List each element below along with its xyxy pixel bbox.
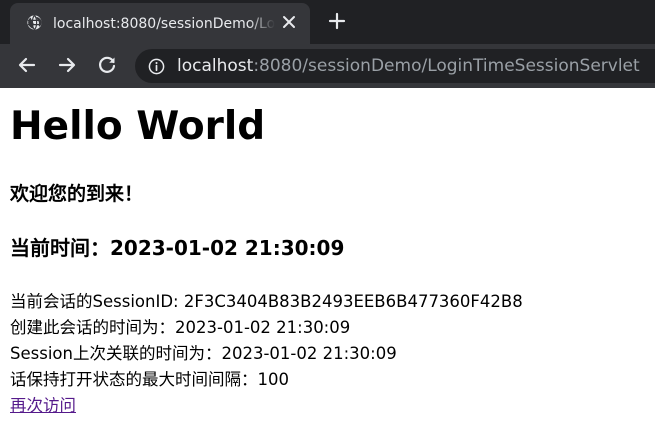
browser-toolbar: localhost:8080/sessionDemo/LoginTimeSess… bbox=[0, 44, 655, 88]
arrow-right-icon[interactable] bbox=[56, 54, 78, 76]
url-path: :8080/sessionDemo/LoginTimeSessionServle… bbox=[253, 56, 640, 76]
current-time-heading: 当前时间：2023-01-02 21:30:09 bbox=[10, 236, 345, 260]
welcome-heading: 欢迎您的到来！ bbox=[10, 183, 144, 205]
reload-icon[interactable] bbox=[96, 54, 118, 76]
page-heading: Hello World bbox=[10, 104, 266, 149]
revisit-link[interactable]: 再次访问 bbox=[10, 393, 76, 419]
creation-time-line: 创建此会话的时间为：2023-01-02 21:30:09 bbox=[10, 318, 351, 337]
info-icon[interactable] bbox=[148, 58, 165, 75]
browser-tab[interactable]: localhost:8080/sessionDemo/LoginTimeSess… bbox=[10, 3, 310, 44]
session-id-line: 当前会话的SessionID: 2F3C3404B83B2493EEB6B477… bbox=[10, 292, 523, 311]
arrow-left-icon[interactable] bbox=[16, 54, 38, 76]
globe-icon bbox=[27, 15, 42, 30]
max-inactive-interval-line: 话保持打开状态的最大时间间隔：100 bbox=[10, 370, 289, 389]
address-bar[interactable]: localhost:8080/sessionDemo/LoginTimeSess… bbox=[135, 49, 655, 83]
url-host: localhost bbox=[177, 56, 254, 76]
plus-icon[interactable] bbox=[327, 11, 347, 31]
tab-title: localhost:8080/sessionDemo/LoginTimeSess… bbox=[53, 16, 275, 32]
url-text[interactable]: localhost:8080/sessionDemo/LoginTimeSess… bbox=[177, 56, 640, 76]
tab-strip: localhost:8080/sessionDemo/LoginTimeSess… bbox=[0, 0, 655, 44]
session-info: 当前会话的SessionID: 2F3C3404B83B2493EEB6B477… bbox=[10, 289, 523, 393]
close-icon[interactable] bbox=[281, 14, 297, 30]
last-accessed-line: Session上次关联的时间为：2023-01-02 21:30:09 bbox=[10, 344, 397, 363]
